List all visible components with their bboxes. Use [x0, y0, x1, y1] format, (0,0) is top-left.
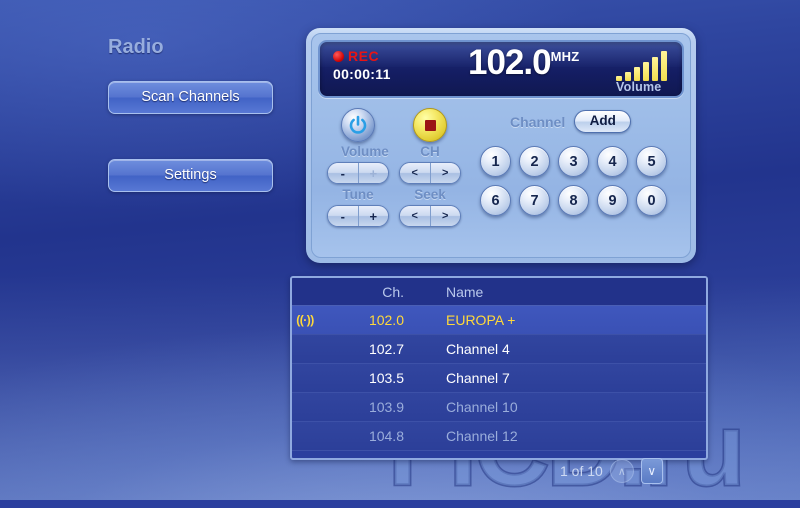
- volume-minus-button[interactable]: -: [328, 163, 359, 183]
- cell-channel-frequency: 102.7: [368, 341, 404, 357]
- volume-bar-6: [661, 51, 667, 81]
- lcd-display: REC 00:00:11 102.0 MHZ Volume: [318, 40, 684, 98]
- record-dot-icon: [333, 50, 344, 62]
- volume-bar-5: [652, 57, 658, 81]
- power-group: Volume - + Tune - +: [327, 108, 389, 227]
- radio-panel-inner: REC 00:00:11 102.0 MHZ Volume Volume - +…: [311, 33, 691, 258]
- cell-channel-frequency: 103.5: [368, 370, 404, 386]
- rec-line: REC: [333, 48, 391, 64]
- volume-bar-4: [643, 62, 649, 81]
- recording-indicator: REC 00:00:11: [333, 48, 391, 82]
- stop-icon: [424, 119, 436, 131]
- cell-channel-name: Channel 7: [446, 370, 510, 386]
- keypad-key-3[interactable]: 3: [558, 146, 589, 177]
- signal-icon: ((·)): [296, 313, 314, 327]
- table-row[interactable]: 102.7 Channel 4: [292, 335, 706, 364]
- cell-channel-frequency: 102.0: [368, 312, 404, 328]
- power-button[interactable]: [341, 108, 375, 142]
- pager-text: 1 of 10: [560, 463, 603, 479]
- power-icon: [349, 115, 367, 134]
- volume-stepper[interactable]: - +: [327, 162, 389, 184]
- keypad-key-4[interactable]: 4: [597, 146, 628, 177]
- cell-channel-name: Channel 4: [446, 341, 510, 357]
- channel-control-group: CH < > Seek < >: [399, 108, 461, 227]
- tune-stepper[interactable]: - +: [327, 205, 389, 227]
- volume-bar-3: [634, 67, 640, 81]
- channel-list-header: Ch. Name: [292, 278, 706, 306]
- seek-prev-button[interactable]: <: [400, 206, 431, 226]
- tune-plus-button[interactable]: +: [358, 206, 388, 226]
- keypad-key-6[interactable]: 6: [480, 185, 511, 216]
- tune-minus-button[interactable]: -: [328, 206, 359, 226]
- numeric-keypad: 12345 67890: [480, 146, 667, 224]
- pager: 1 of 10 ∧ ∨: [560, 458, 663, 484]
- volume-group-label: Volume: [341, 144, 389, 159]
- volume-plus-button[interactable]: +: [358, 163, 388, 183]
- channel-next-button[interactable]: >: [430, 163, 460, 183]
- tune-group-label: Tune: [342, 187, 374, 202]
- channel-add-row: Channel Add: [510, 110, 632, 133]
- column-header-ch: Ch.: [382, 283, 404, 300]
- channel-prev-button[interactable]: <: [400, 163, 431, 183]
- stop-button[interactable]: [413, 108, 447, 142]
- table-row[interactable]: 103.5 Channel 7: [292, 364, 706, 393]
- cell-channel-name: EUROPA +: [446, 312, 516, 328]
- channel-list-panel: Ch. Name ((·)) 102.0 EUROPA + 102.7 Channel …: [290, 276, 708, 460]
- table-row[interactable]: 104.8 Channel 12: [292, 422, 706, 451]
- column-header-name: Name: [446, 283, 484, 300]
- rec-label: REC: [348, 48, 380, 64]
- keypad-key-0[interactable]: 0: [636, 185, 667, 216]
- channel-label: Channel: [510, 113, 566, 130]
- frequency-value: 102.0: [468, 43, 552, 82]
- keypad-key-1[interactable]: 1: [480, 146, 511, 177]
- volume-bars: [616, 49, 672, 81]
- cell-channel-frequency: 104.8: [368, 428, 404, 444]
- rec-timer: 00:00:11: [333, 66, 391, 82]
- volume-meter-label: Volume: [616, 80, 662, 94]
- page-title: Radio: [108, 36, 164, 58]
- frequency-unit: MHZ: [550, 49, 580, 64]
- radio-panel: REC 00:00:11 102.0 MHZ Volume Volume - +…: [306, 28, 696, 263]
- cell-channel-name: Channel 12: [446, 428, 518, 444]
- scan-channels-button[interactable]: Scan Channels: [108, 81, 273, 114]
- volume-meter: Volume: [616, 49, 672, 95]
- keypad-row: 67890: [480, 185, 667, 216]
- seek-stepper[interactable]: < >: [399, 205, 461, 227]
- frequency-display: 102.0 MHZ: [468, 43, 580, 82]
- keypad-key-9[interactable]: 9: [597, 185, 628, 216]
- settings-button[interactable]: Settings: [108, 159, 273, 192]
- seek-next-button[interactable]: >: [430, 206, 460, 226]
- ch-group-label: CH: [420, 144, 440, 159]
- cell-channel-name: Channel 10: [446, 399, 518, 415]
- page-down-button[interactable]: ∨: [640, 458, 663, 484]
- keypad-key-5[interactable]: 5: [636, 146, 667, 177]
- channel-list-rows: ((·)) 102.0 EUROPA + 102.7 Channel 4 103.5 Cha…: [292, 306, 706, 451]
- channel-stepper[interactable]: < >: [399, 162, 461, 184]
- cell-channel-frequency: 103.9: [368, 399, 404, 415]
- sidebar: Radio Scan Channels Settings: [108, 36, 298, 192]
- keypad-key-8[interactable]: 8: [558, 185, 589, 216]
- seek-group-label: Seek: [414, 187, 446, 202]
- keypad-row: 12345: [480, 146, 667, 177]
- keypad-key-2[interactable]: 2: [519, 146, 550, 177]
- page-up-button[interactable]: ∧: [609, 459, 634, 483]
- keypad-key-7[interactable]: 7: [519, 185, 550, 216]
- table-row[interactable]: 103.9 Channel 10: [292, 393, 706, 422]
- table-row[interactable]: ((·)) 102.0 EUROPA +: [292, 306, 706, 335]
- add-channel-button[interactable]: Add: [574, 110, 632, 133]
